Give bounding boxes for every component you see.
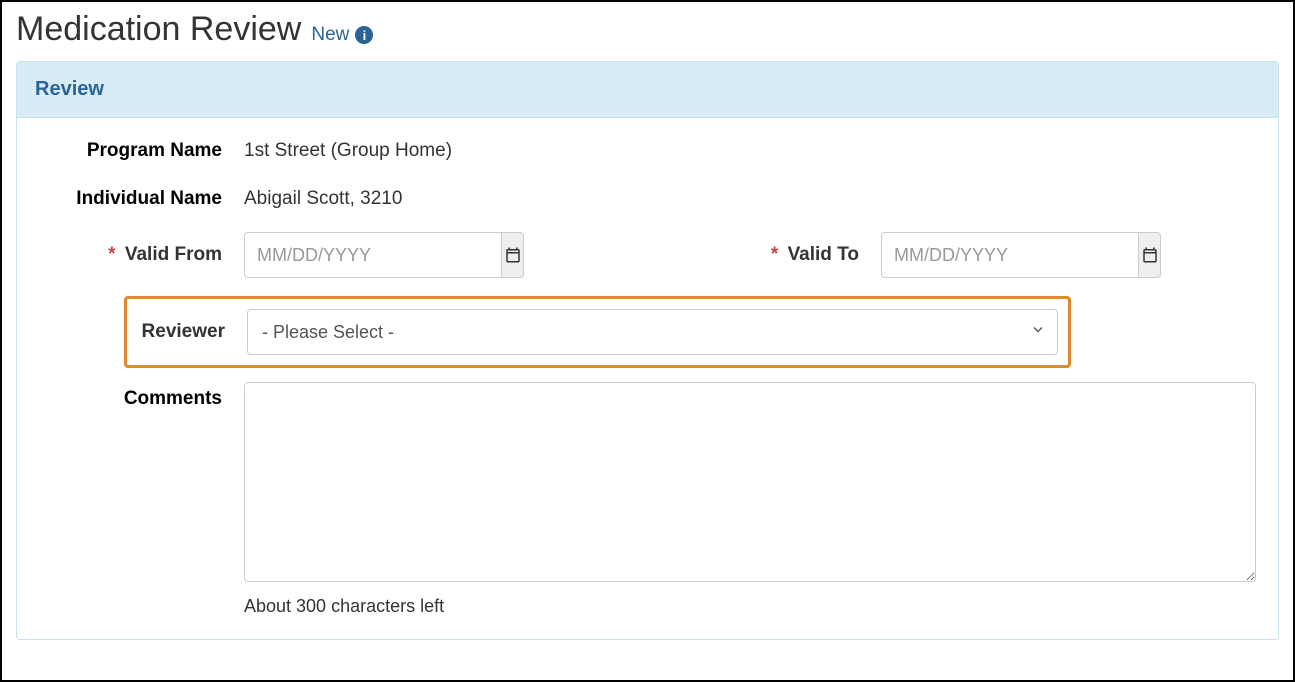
valid-from-label: * Valid From	[39, 244, 244, 266]
reviewer-label: Reviewer	[127, 321, 247, 343]
page-title: Medication Review	[16, 10, 301, 49]
row-comments: Comments About 300 characters left	[39, 382, 1256, 617]
comments-textarea[interactable]	[244, 382, 1256, 582]
page-title-row: Medication Review New i	[16, 10, 1279, 49]
panel-body: Program Name 1st Street (Group Home) Ind…	[17, 118, 1278, 639]
panel-title: Review	[17, 62, 1278, 118]
row-individual-name: Individual Name Abigail Scott, 3210	[39, 184, 1256, 210]
info-icon[interactable]: i	[355, 26, 373, 44]
valid-to-input[interactable]	[881, 232, 1138, 278]
required-asterisk: *	[108, 244, 115, 265]
page-container: Medication Review New i Review Program N…	[0, 0, 1295, 682]
valid-to-input-group	[881, 232, 1161, 278]
reviewer-select[interactable]: - Please Select -	[247, 309, 1058, 355]
valid-to-label: * Valid To	[721, 244, 881, 266]
row-reviewer-highlighted: Reviewer - Please Select -	[124, 296, 1071, 368]
row-valid-dates: * Valid From * Valid To	[39, 232, 1256, 278]
individual-name-label: Individual Name	[39, 184, 244, 210]
valid-from-label-text: Valid From	[125, 244, 222, 265]
required-asterisk: *	[771, 244, 778, 265]
program-name-label: Program Name	[39, 136, 244, 162]
status-badge: New i	[311, 24, 373, 46]
valid-to-label-text: Valid To	[788, 244, 859, 265]
individual-name-value: Abigail Scott, 3210	[244, 184, 1256, 210]
calendar-icon	[1141, 246, 1159, 264]
valid-from-calendar-button[interactable]	[501, 232, 524, 278]
valid-from-input[interactable]	[244, 232, 501, 278]
char-count-note: About 300 characters left	[244, 596, 1256, 617]
reviewer-select-wrap: - Please Select -	[247, 309, 1058, 355]
row-program-name: Program Name 1st Street (Group Home)	[39, 136, 1256, 162]
calendar-icon	[504, 246, 522, 264]
review-panel: Review Program Name 1st Street (Group Ho…	[16, 61, 1279, 640]
valid-to-calendar-button[interactable]	[1138, 232, 1161, 278]
valid-from-input-group	[244, 232, 524, 278]
program-name-value: 1st Street (Group Home)	[244, 136, 1256, 162]
status-label-text: New	[311, 24, 349, 46]
comments-label: Comments	[39, 382, 244, 410]
